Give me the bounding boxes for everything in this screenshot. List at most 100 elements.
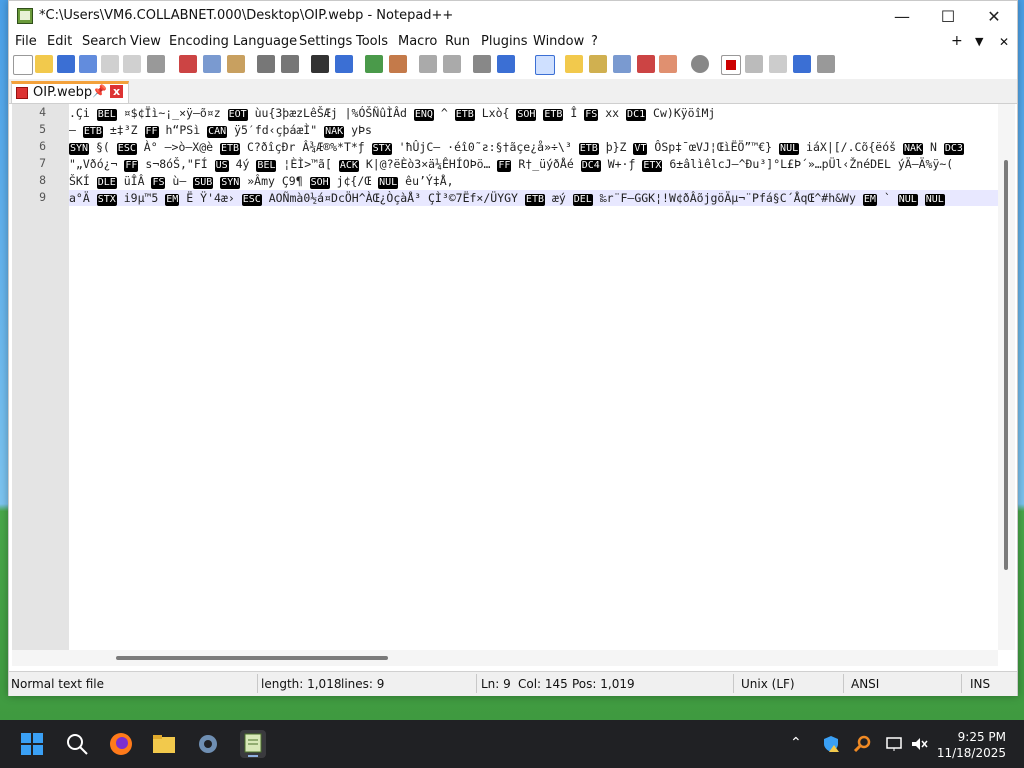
system-clock[interactable]: 9:25 PM 11/18/2025 bbox=[937, 729, 1006, 761]
code-line[interactable]: .Çi BEL ¤$¢Ïì~¡_×ÿ–õ¤z EOT ùu{3þæzLêŠÆj … bbox=[69, 105, 998, 121]
sync-h-icon[interactable] bbox=[443, 55, 461, 73]
horizontal-scrollbar[interactable] bbox=[12, 650, 998, 666]
macro-run-multiple-icon[interactable] bbox=[793, 55, 811, 73]
menu-view[interactable]: View bbox=[130, 34, 161, 49]
cut-icon[interactable] bbox=[179, 55, 197, 73]
monitoring-icon[interactable] bbox=[637, 55, 655, 73]
paste-icon[interactable] bbox=[227, 55, 245, 73]
menu-macro[interactable]: Macro bbox=[398, 34, 437, 49]
network-icon[interactable] bbox=[885, 735, 903, 757]
code-line[interactable]: – ETB ±‡³Z FF h“PSì CAN ÿ5′fd‹çþáæÌ" NAK… bbox=[69, 122, 998, 138]
code-text-area[interactable]: .Çi BEL ¤$¢Ïì~¡_×ÿ–õ¤z EOT ùu{3þæzLêŠÆj … bbox=[69, 104, 998, 650]
status-col: Col: 145 bbox=[518, 677, 568, 691]
menu-language[interactable]: Language bbox=[233, 34, 297, 49]
maximize-button[interactable]: ☐ bbox=[925, 1, 971, 32]
volume-muted-icon[interactable] bbox=[910, 735, 928, 757]
firefox-icon[interactable] bbox=[109, 732, 133, 756]
tab-list-dropdown-icon[interactable]: ▼ bbox=[975, 35, 983, 48]
macro-play-icon[interactable] bbox=[769, 55, 787, 73]
minimize-button[interactable]: — bbox=[879, 1, 925, 32]
search-icon[interactable] bbox=[65, 732, 89, 756]
line-number: 8 bbox=[39, 173, 46, 187]
menu-help[interactable]: ? bbox=[591, 34, 598, 49]
save-icon[interactable] bbox=[57, 55, 75, 73]
code-line[interactable]: "„Vðó¿¬ FF s¬8óŠ,"FÍ US 4ý BEL ¦ÈÌ>™ã[ A… bbox=[69, 156, 998, 172]
close-all-icon[interactable] bbox=[123, 55, 141, 73]
taskbar: ⌃ 9:25 PM 11/18/2025 bbox=[0, 720, 1024, 768]
undo-icon[interactable] bbox=[257, 55, 275, 73]
redo-icon[interactable] bbox=[281, 55, 299, 73]
folder-workspace-icon[interactable] bbox=[613, 55, 631, 73]
control-char-badge: NUL bbox=[378, 177, 399, 189]
zoom-out-icon[interactable] bbox=[389, 55, 407, 73]
control-char-badge: STX bbox=[96, 194, 117, 206]
menu-window[interactable]: Window bbox=[533, 34, 584, 49]
status-separator bbox=[733, 674, 734, 693]
file-explorer-icon[interactable] bbox=[152, 732, 176, 756]
tray-overflow-chevron-icon[interactable]: ⌃ bbox=[790, 735, 802, 751]
line-number: 4 bbox=[39, 105, 46, 119]
control-char-badge: FS bbox=[151, 177, 166, 189]
new-tab-plus-icon[interactable]: + bbox=[951, 33, 963, 49]
notepadpp-app-icon bbox=[17, 8, 33, 24]
open-file-icon[interactable] bbox=[35, 55, 53, 73]
show-all-chars-icon[interactable] bbox=[497, 55, 515, 73]
vertical-scroll-thumb[interactable] bbox=[1004, 160, 1008, 570]
menu-file[interactable]: File bbox=[15, 34, 37, 49]
doc-map-icon[interactable] bbox=[565, 55, 583, 73]
settings-icon[interactable] bbox=[196, 732, 220, 756]
new-file-icon[interactable] bbox=[13, 55, 33, 75]
macro-record-icon[interactable] bbox=[721, 55, 741, 75]
code-line[interactable]: SYN §( ESC À° –>ò–X@è ETB C?ðîçÐr Â¾Æ®%*… bbox=[69, 139, 998, 155]
menu-run[interactable]: Run bbox=[445, 34, 470, 49]
replace-icon[interactable] bbox=[335, 55, 353, 73]
horizontal-scroll-thumb[interactable] bbox=[116, 656, 388, 660]
code-line[interactable]: ŠKÍ DLE üÎÂ FS ù– SUB SYN »Âmy Ç9¶ SOH j… bbox=[69, 173, 998, 189]
menu-tools[interactable]: Tools bbox=[356, 34, 388, 49]
function-list-icon[interactable] bbox=[589, 55, 607, 73]
copy-icon[interactable] bbox=[203, 55, 221, 73]
search-orange-icon[interactable] bbox=[853, 735, 871, 757]
control-char-badge: FS bbox=[584, 109, 599, 121]
control-char-badge: NUL bbox=[779, 143, 800, 155]
sync-v-icon[interactable] bbox=[419, 55, 437, 73]
close-doc-icon[interactable]: ✕ bbox=[999, 35, 1009, 49]
macro-stop-icon[interactable] bbox=[745, 55, 763, 73]
start-icon[interactable] bbox=[20, 732, 44, 756]
notepadpp-icon[interactable] bbox=[240, 730, 266, 758]
control-char-badge: DC1 bbox=[626, 109, 647, 121]
word-wrap-icon[interactable] bbox=[473, 55, 491, 73]
zoom-in-icon[interactable] bbox=[365, 55, 383, 73]
status-eol[interactable]: Unix (LF) bbox=[741, 677, 795, 691]
status-encoding[interactable]: ANSI bbox=[851, 677, 879, 691]
save-all-icon[interactable] bbox=[79, 55, 97, 73]
indent-guide-icon[interactable] bbox=[535, 55, 555, 75]
menu-settings[interactable]: Settings bbox=[299, 34, 352, 49]
editor-area[interactable]: 4 5 6 7 8 9 .Çi BEL ¤$¢Ïì~¡_×ÿ–õ¤z EOT ù… bbox=[12, 104, 998, 650]
defender-shield-icon[interactable] bbox=[822, 735, 840, 757]
control-char-badge: DC4 bbox=[580, 160, 601, 172]
speech-bubble-icon[interactable] bbox=[691, 55, 709, 73]
menu-search[interactable]: Search bbox=[82, 34, 127, 49]
menu-edit[interactable]: Edit bbox=[47, 34, 72, 49]
clear-icon[interactable] bbox=[659, 55, 677, 73]
control-char-badge: NAK bbox=[903, 143, 924, 155]
vertical-scrollbar[interactable] bbox=[998, 104, 1015, 650]
find-icon[interactable] bbox=[311, 55, 329, 73]
tab-close-icon[interactable]: x bbox=[110, 85, 123, 98]
close-icon[interactable] bbox=[101, 55, 119, 73]
control-char-badge: ETB bbox=[524, 194, 545, 206]
control-char-badge: NAK bbox=[324, 126, 345, 138]
status-insert-mode[interactable]: INS bbox=[970, 677, 990, 691]
menu-encoding[interactable]: Encoding bbox=[169, 34, 229, 49]
tab-oip-webp[interactable]: OIP.webp 📌 x bbox=[11, 81, 129, 103]
close-window-button[interactable]: ✕ bbox=[971, 1, 1017, 32]
tab-bar: OIP.webp 📌 x bbox=[9, 79, 1017, 104]
menu-plugins[interactable]: Plugins bbox=[481, 34, 528, 49]
print-icon[interactable] bbox=[147, 55, 165, 73]
macro-save-icon[interactable] bbox=[817, 55, 835, 73]
code-line-current[interactable]: a°Ä STX i9µ™5 EM Ë Ÿ'4æ› ESC AOÑmà0½á¤Dc… bbox=[69, 190, 998, 206]
pin-icon[interactable]: 📌 bbox=[92, 84, 107, 98]
control-char-badge: ETB bbox=[220, 143, 241, 155]
tab-label: OIP.webp bbox=[33, 85, 93, 100]
